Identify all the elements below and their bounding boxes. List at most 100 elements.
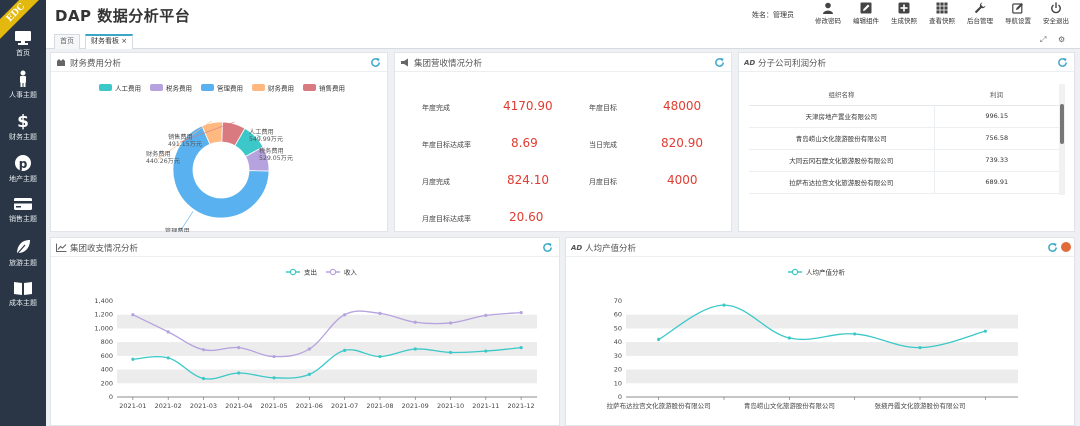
table-row[interactable]: 大同云冈石窟文化旅游股份有限公司 739.33: [749, 149, 1059, 172]
tool-label: 生成快照: [891, 17, 917, 25]
column-header[interactable]: 利润: [934, 84, 1059, 106]
settings-gear-icon[interactable]: ⚙: [1058, 35, 1065, 44]
data-point: [722, 303, 726, 307]
sidebar-item-cost[interactable]: 成本主题: [0, 278, 46, 318]
tool-label: 导航设置: [1005, 17, 1031, 25]
sidebar-item-home[interactable]: 首页: [0, 28, 46, 68]
y-tick-label: 200: [101, 379, 113, 387]
sidebar-item-realestate[interactable]: p 地产主题: [0, 152, 46, 192]
tab-home[interactable]: 首页: [54, 34, 80, 49]
person-icon: [20, 70, 26, 87]
legend-label: 收入: [344, 268, 358, 277]
svg-text:AD: AD: [744, 59, 755, 66]
legend-marker: [791, 268, 799, 276]
column-header[interactable]: 组织名称: [749, 84, 934, 106]
tab-bar: 首页 财务看板 × ⤢ ⚙: [46, 32, 1080, 49]
refresh-icon[interactable]: [542, 242, 553, 253]
y-tick-label: 60: [614, 311, 622, 319]
scrollbar-thumb[interactable]: [1060, 104, 1064, 144]
tool-label: 后台管理: [967, 17, 993, 25]
table-header-row: 组织名称 利润: [749, 84, 1059, 106]
slice-value-label: 491.15万元: [168, 141, 202, 148]
kpi-label: 月度完成: [422, 178, 450, 186]
grid-band: [117, 314, 537, 329]
y-tick-label: 50: [614, 324, 622, 332]
table-row[interactable]: 天津房地产置业有限公司 996.15: [749, 105, 1059, 128]
sidebar-item-label: 财务主题: [9, 133, 37, 141]
change-password-button[interactable]: 修改密码: [808, 2, 848, 25]
y-tick-label: 1,000: [94, 324, 113, 332]
data-point: [983, 329, 987, 333]
refresh-icon[interactable]: [370, 57, 381, 68]
data-point: [343, 348, 347, 352]
kpi-value: 20.60: [509, 210, 544, 224]
user-icon: [823, 2, 833, 14]
kpi-label: 月度目标: [589, 178, 617, 186]
sidebar-item-finance[interactable]: $ 财务主题: [0, 110, 46, 150]
data-point: [378, 311, 382, 315]
x-tick-label: 2021-06: [296, 402, 323, 410]
data-point: [519, 311, 523, 315]
y-tick-label: 40: [614, 338, 622, 346]
income-expense-panel: 集团收支情况分析 0 200 400 600 800 1,000 1,200 1,400 202…: [50, 237, 560, 426]
x-tick-label: 2021-01: [119, 402, 146, 410]
data-point: [272, 376, 276, 380]
x-tick-label: 2021-07: [331, 402, 358, 410]
monitor-icon: [15, 31, 31, 45]
slice-label: 管理费用: [165, 227, 190, 232]
legend-swatch: [252, 84, 265, 91]
legend-label: 销售费用: [319, 84, 345, 93]
refresh-icon[interactable]: [714, 57, 725, 68]
slice-value-label: 549.99万元: [249, 136, 283, 143]
svg-text:AD: AD: [571, 244, 582, 251]
x-tick-label: 2021-08: [366, 402, 393, 410]
profit-value: 689.91: [934, 171, 1059, 194]
x-tick-label: 张掖丹霞文化旅游股份有限公司: [875, 401, 966, 410]
panel-title: 人均产值分析: [585, 244, 637, 254]
x-tick-label: 2021-05: [260, 402, 287, 410]
panel-header: AD 分子公司利润分析: [739, 53, 1074, 72]
panel-title: 财务费用分析: [70, 59, 122, 69]
edit-widget-button[interactable]: 编辑组件: [846, 2, 886, 25]
admin-button[interactable]: 后台管理: [960, 2, 1000, 25]
org-name: 大同云冈石窟文化旅游股份有限公司: [749, 149, 935, 172]
table-row[interactable]: 青岛崂山文化旅游股份有限公司 756.58: [749, 127, 1059, 150]
x-tick-label: 2021-02: [155, 402, 182, 410]
x-tick-label: 2021-12: [508, 402, 535, 410]
legend-label: 支出: [304, 268, 317, 277]
sidebar-item-tourism[interactable]: 旅游主题: [0, 236, 46, 276]
finance-expense-panel: 财务费用分析 人工费用 税务费用 管理费用 财务费用 销售费用 人工费用 549.99万元税…: [50, 52, 388, 232]
legend-label: 人工费用: [115, 84, 141, 93]
legend-swatch: [303, 84, 316, 91]
logout-button[interactable]: 安全退出: [1036, 2, 1076, 25]
kpi-label: 年度目标: [589, 104, 617, 112]
kpi-value: 4170.90: [503, 99, 553, 113]
sidebar-item-label: 销售主题: [9, 215, 37, 223]
create-snapshot-button[interactable]: 生成快照: [884, 2, 924, 25]
sidebar-item-label: 首页: [16, 49, 30, 57]
slice-label: 人工费用: [249, 128, 274, 136]
kpi-label: 月度目标达成率: [422, 215, 471, 223]
refresh-icon[interactable]: [1057, 57, 1068, 68]
grid-band: [117, 342, 537, 356]
slice-label: 销售费用: [168, 133, 193, 141]
app-title: DAP 数据分析平台: [55, 7, 191, 25]
view-snapshot-button[interactable]: 查看快照: [922, 2, 962, 25]
svg-text:p: p: [19, 157, 28, 171]
tab-finance-board[interactable]: 财务看板 ×: [85, 34, 134, 49]
refresh-icon[interactable]: [1047, 242, 1058, 253]
panel-header: 集团营收情况分析: [395, 53, 731, 72]
alert-icon[interactable]: [1061, 242, 1071, 252]
y-tick-label: 0: [618, 393, 622, 401]
nav-settings-button[interactable]: 导航设置: [998, 2, 1038, 25]
table-row[interactable]: 拉萨布达拉宫文化旅游股份有限公司 689.91: [749, 171, 1059, 194]
power-icon: [1051, 2, 1061, 14]
fullscreen-icon[interactable]: ⤢: [1040, 35, 1046, 45]
sidebar-item-hr[interactable]: 人事主题: [0, 68, 46, 108]
data-point: [201, 348, 206, 352]
data-point: [657, 337, 661, 341]
x-tick-label: 2021-09: [402, 402, 429, 410]
slice-label: 税务费用: [259, 147, 284, 155]
pencil-square-icon: [1012, 3, 1023, 14]
sidebar-item-sales[interactable]: 销售主题: [0, 194, 46, 234]
